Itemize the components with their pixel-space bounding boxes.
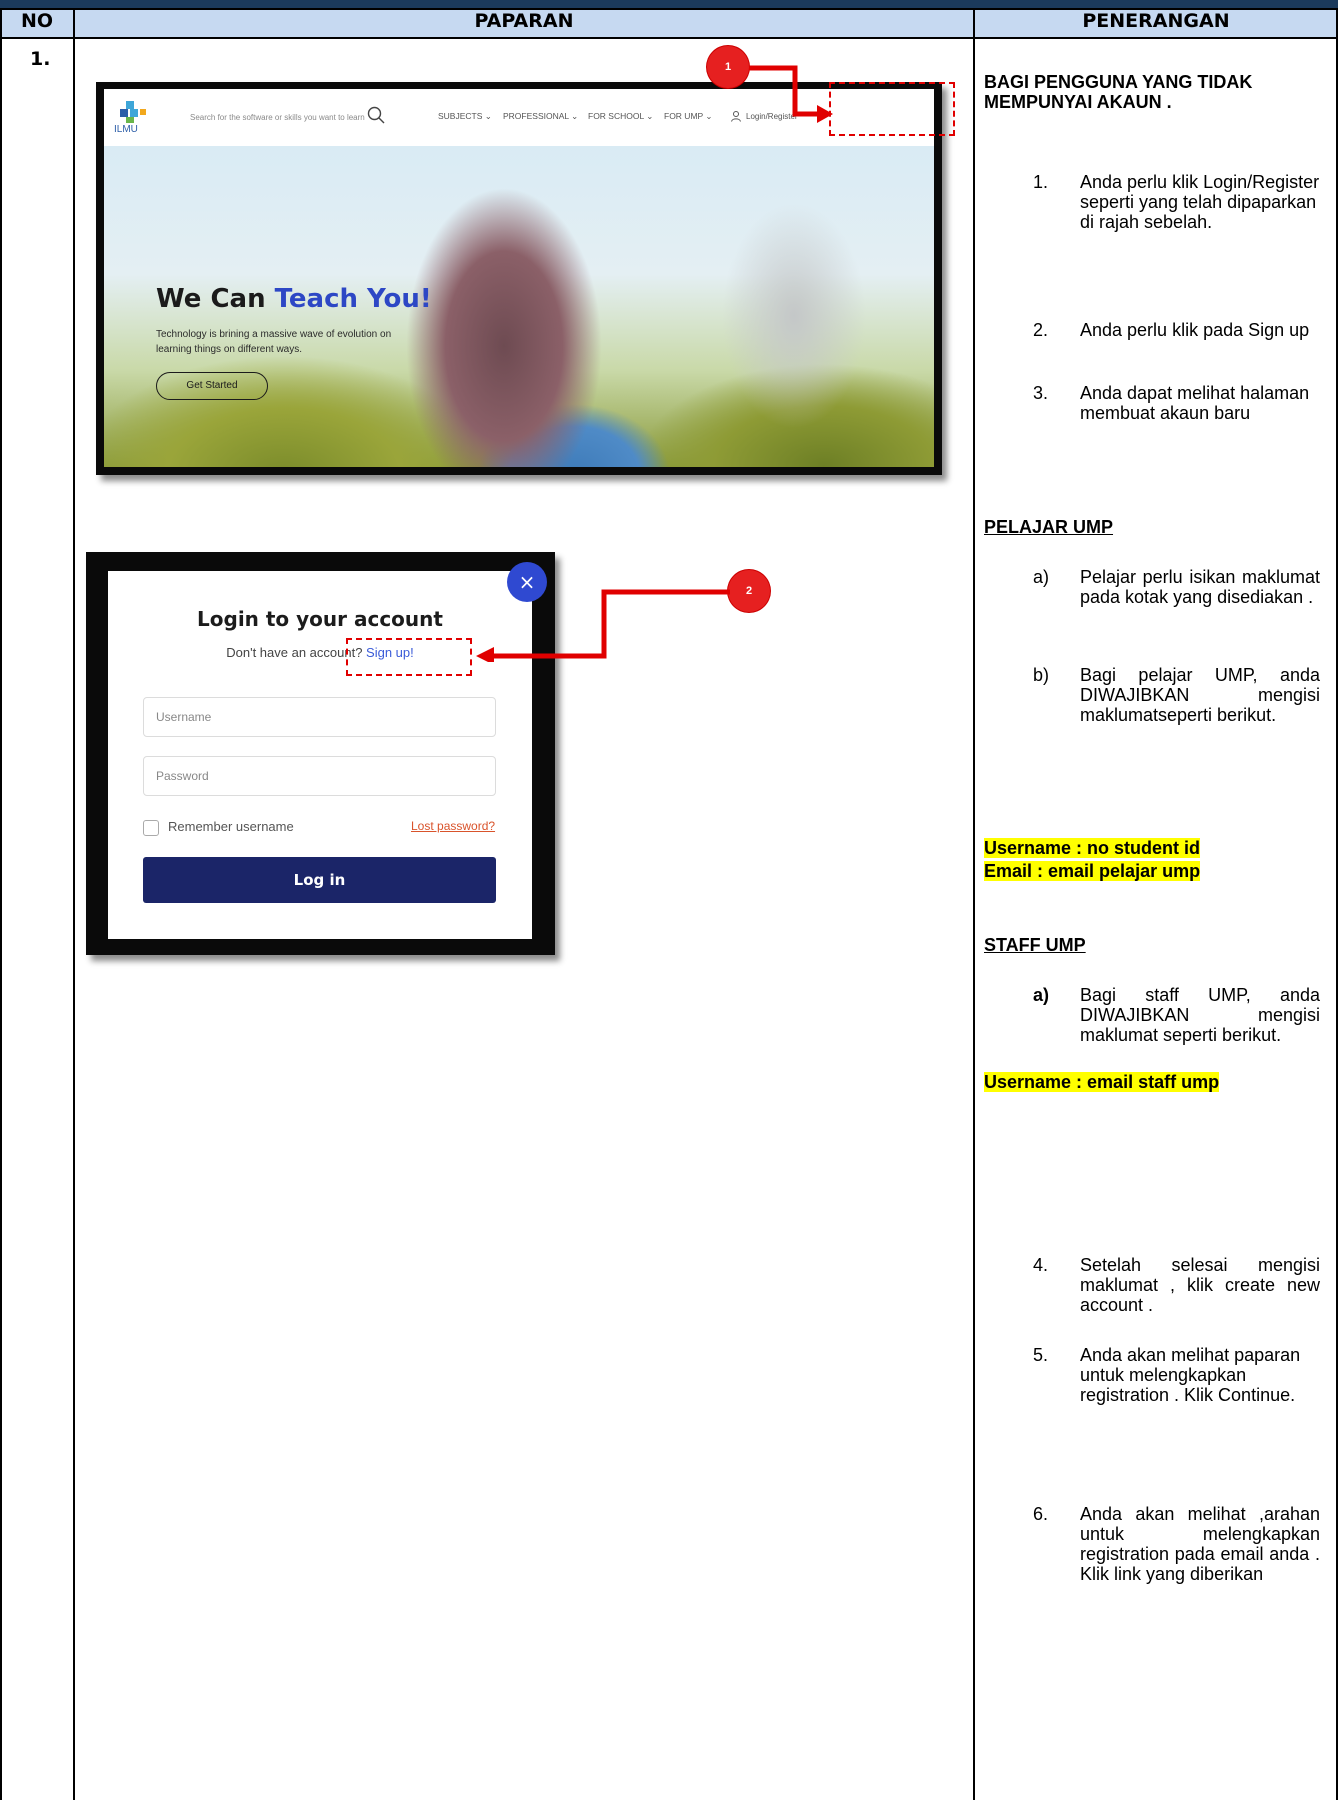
hero-text: Technology is brining a massive wave of … — [156, 329, 392, 355]
step-6-text: Anda akan melihat ,arahan untuk melengka… — [1080, 1504, 1320, 1584]
table-divider-1 — [73, 8, 75, 1800]
hero-title: We Can Teach You! — [156, 284, 432, 314]
table-border-left — [0, 8, 2, 1800]
callout-arrow-2 — [476, 589, 730, 662]
remember-checkbox[interactable] — [143, 820, 159, 836]
nav-subjects[interactable]: SUBJECTS ⌄ — [438, 111, 492, 122]
highlight-staff-username: Username : email staff ump — [984, 1072, 1220, 1092]
step-4-num: 4. — [1033, 1255, 1049, 1275]
remember-label: Remember username — [168, 819, 294, 834]
user-icon — [731, 111, 741, 122]
password-input[interactable]: Password — [143, 756, 496, 796]
callout-box-signup — [346, 638, 472, 676]
login-title: Login to your account — [197, 607, 443, 631]
step-3-num: 3. — [1033, 383, 1049, 403]
step-6-num: 6. — [1033, 1504, 1049, 1524]
pelajar-a-text: Pelajar perlu isikan maklumat pada kotak… — [1080, 567, 1320, 607]
hero-banner-image: We Can Teach You! Technology is brining … — [104, 146, 934, 467]
header-no: NO — [20, 10, 54, 32]
row-number: 1. — [30, 48, 51, 70]
nav-for-school[interactable]: FOR SCHOOL ⌄ — [588, 111, 653, 122]
pelajar-b-num: b) — [1033, 665, 1050, 685]
nav-for-ump[interactable]: FOR UMP ⌄ — [664, 111, 713, 122]
site-search-placeholder[interactable]: Search for the software or skills you wa… — [190, 113, 365, 122]
table-divider-2 — [973, 8, 975, 1800]
section-staff-ump: STAFF UMP — [984, 935, 1086, 955]
username-input[interactable]: Username — [143, 697, 496, 737]
step-4-text: Setelah selesai mengisi maklumat , klik … — [1080, 1255, 1320, 1315]
callout-arrow-1 — [749, 65, 833, 123]
step-2-text: Anda perlu klik pada Sign up — [1080, 320, 1310, 340]
lost-password-link[interactable]: Lost password? — [411, 819, 495, 833]
highlight-student-email: Email : email pelajar ump — [984, 861, 1201, 881]
nav-professional[interactable]: PROFESSIONAL ⌄ — [503, 111, 578, 122]
table-top-bar — [0, 0, 1338, 8]
callout-badge-1: 1 — [707, 46, 749, 88]
header-paparan: PAPARAN — [474, 10, 574, 32]
staff-a-text: Bagi staff UMP, anda DIWAJIBKAN mengisi … — [1080, 985, 1320, 1045]
header-penerangan: PENERANGAN — [1082, 10, 1230, 32]
step-5-num: 5. — [1033, 1345, 1049, 1365]
section-pelajar-ump: PELAJAR UMP — [984, 517, 1114, 537]
login-button[interactable]: Log in — [143, 857, 496, 903]
get-started-button[interactable]: Get Started — [156, 372, 268, 400]
step-5-text: Anda akan melihat paparan untuk melengka… — [1080, 1345, 1301, 1405]
logo-text: ILMU — [114, 124, 138, 135]
instructions-heading: BAGI PENGGUNA YANG TIDAK MEMPUNYAI AKAUN… — [984, 72, 1253, 112]
callout-badge-2: 2 — [728, 570, 770, 612]
step-1-num: 1. — [1033, 172, 1049, 192]
step-3-text: Anda dapat melihat halaman membuat akaun… — [1080, 383, 1310, 423]
staff-a-num: a) — [1033, 985, 1050, 1005]
step-1-text: Anda perlu klik Login/Register seperti y… — [1080, 172, 1320, 232]
website-screenshot: ILMU Search for the software or skills y… — [104, 89, 934, 467]
search-icon[interactable] — [366, 105, 386, 125]
pelajar-b-text: Bagi pelajar UMP, anda DIWAJIBKAN mengis… — [1080, 665, 1320, 725]
step-2-num: 2. — [1033, 320, 1049, 340]
callout-box-login-register — [829, 82, 955, 136]
pelajar-a-num: a) — [1033, 567, 1050, 587]
highlight-student-username: Username : no student id — [984, 838, 1201, 858]
